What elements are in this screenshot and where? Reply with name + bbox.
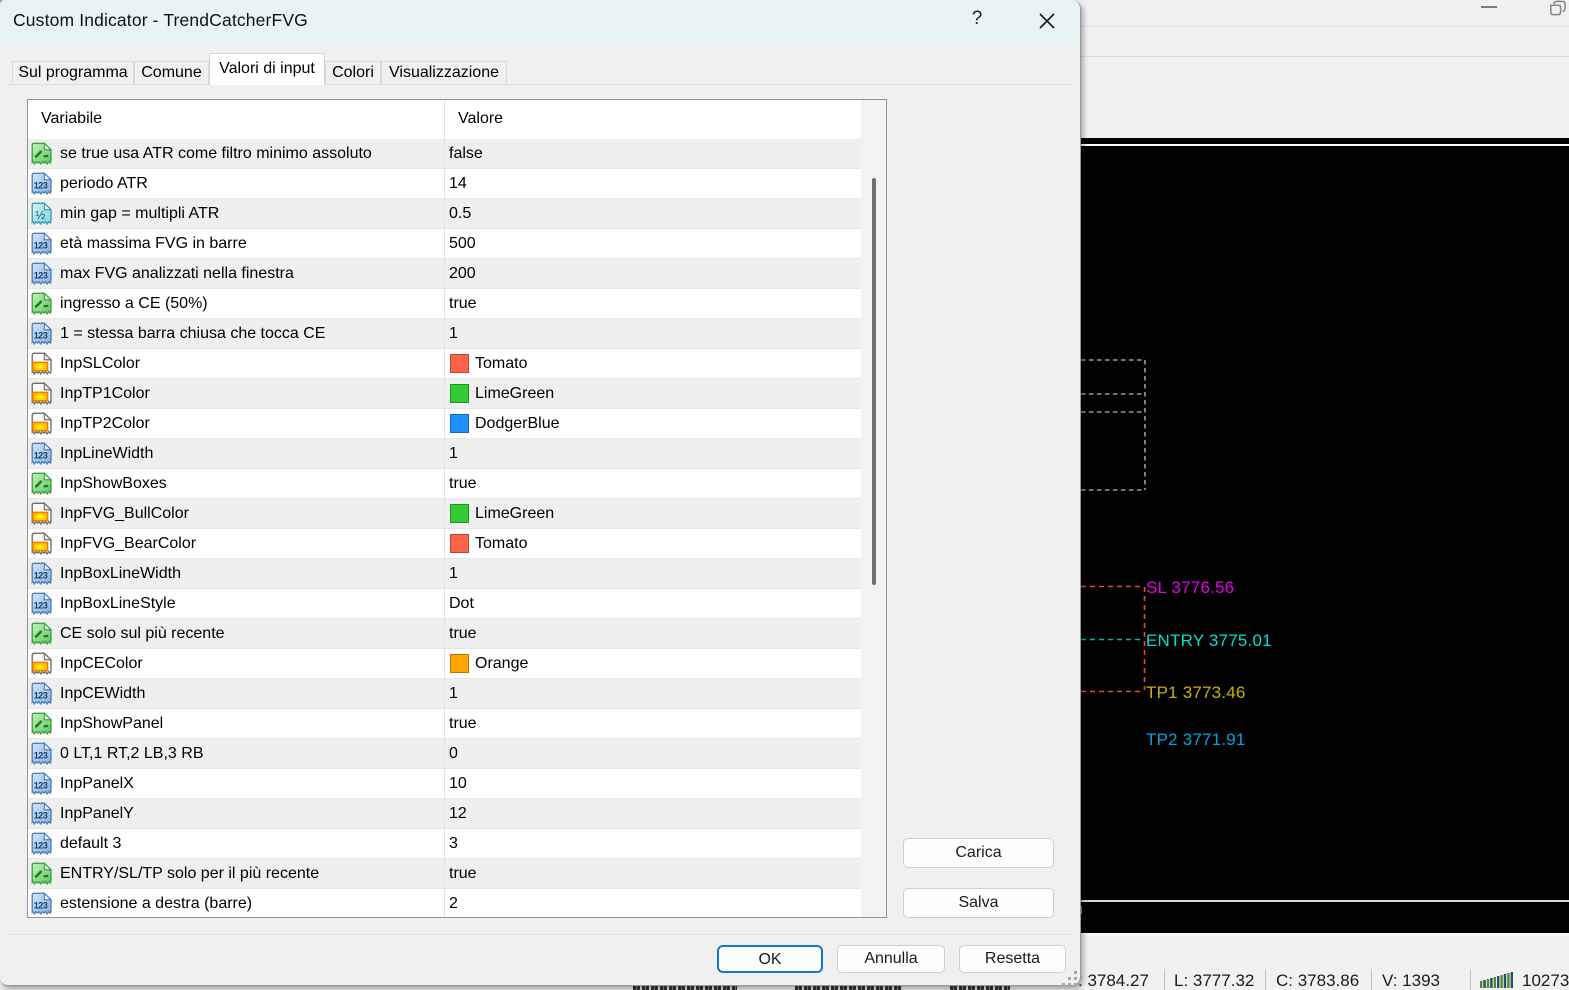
svg-text:123: 123 — [34, 331, 48, 341]
svg-text:123: 123 — [34, 181, 48, 191]
svg-text:123: 123 — [34, 751, 48, 761]
svg-text:123: 123 — [34, 241, 48, 251]
svg-text:123: 123 — [34, 781, 48, 791]
svg-text:123: 123 — [34, 811, 48, 821]
svg-text:½: ½ — [35, 208, 45, 222]
svg-text:123: 123 — [34, 571, 48, 581]
svg-text:123: 123 — [34, 451, 48, 461]
svg-text:123: 123 — [34, 841, 48, 851]
svg-text:123: 123 — [34, 271, 48, 281]
svg-text:123: 123 — [34, 691, 48, 701]
svg-text:123: 123 — [34, 601, 48, 611]
svg-text:123: 123 — [34, 901, 48, 911]
